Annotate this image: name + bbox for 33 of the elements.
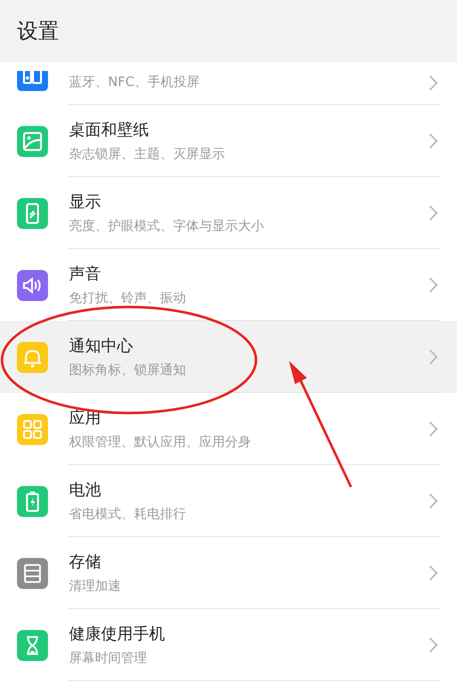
chevron-icon <box>428 565 438 581</box>
settings-item[interactable]: 电池 省电模式、耗电排行 <box>0 465 457 537</box>
item-subtitle: 权限管理、默认应用、应用分身 <box>69 434 252 450</box>
item-title: 桌面和壁纸 <box>69 120 150 140</box>
item-subtitle: 亮度、护眼模式、字体与显示大小 <box>69 218 265 234</box>
chevron-icon <box>428 421 438 437</box>
settings-item[interactable]: 通知中心 图标角标、锁屏通知 <box>0 321 457 393</box>
page-title: 设置 <box>17 18 59 45</box>
item-subtitle: 蓝牙、NFC、手机投屏 <box>69 74 200 91</box>
item-subtitle: 免打扰、铃声、振动 <box>69 290 187 306</box>
item-subtitle: 屏幕时间管理 <box>69 650 148 666</box>
item-title: 电池 <box>69 480 102 500</box>
item-title: 声音 <box>69 264 102 284</box>
item-subtitle: 清理加速 <box>69 578 122 594</box>
item-subtitle: 省电模式、耗电排行 <box>69 506 187 522</box>
chevron-icon <box>428 349 438 365</box>
chevron-icon <box>428 133 438 149</box>
settings-item[interactable]: 显示 亮度、护眼模式、字体与显示大小 <box>0 177 457 249</box>
chevron-icon <box>428 75 438 91</box>
chevron-icon <box>428 205 438 221</box>
item-title: 健康使用手机 <box>69 624 166 644</box>
item-title: 显示 <box>69 192 102 212</box>
chevron-icon <box>428 277 438 293</box>
settings-item[interactable]: 桌面和壁纸 杂志锁屏、主题、灭屏显示 <box>0 105 457 177</box>
item-subtitle: 图标角标、锁屏通知 <box>69 362 187 378</box>
settings-item[interactable]: 声音 免打扰、铃声、振动 <box>0 249 457 321</box>
item-subtitle: 杂志锁屏、主题、灭屏显示 <box>69 146 226 162</box>
chevron-icon <box>428 637 438 653</box>
chevron-icon <box>428 493 438 509</box>
item-title: 存储 <box>69 552 102 572</box>
settings-item[interactable]: 健康使用手机 屏幕时间管理 <box>0 609 457 681</box>
item-title: 通知中心 <box>69 336 134 356</box>
settings-item[interactable]: 存储 清理加速 <box>0 537 457 609</box>
